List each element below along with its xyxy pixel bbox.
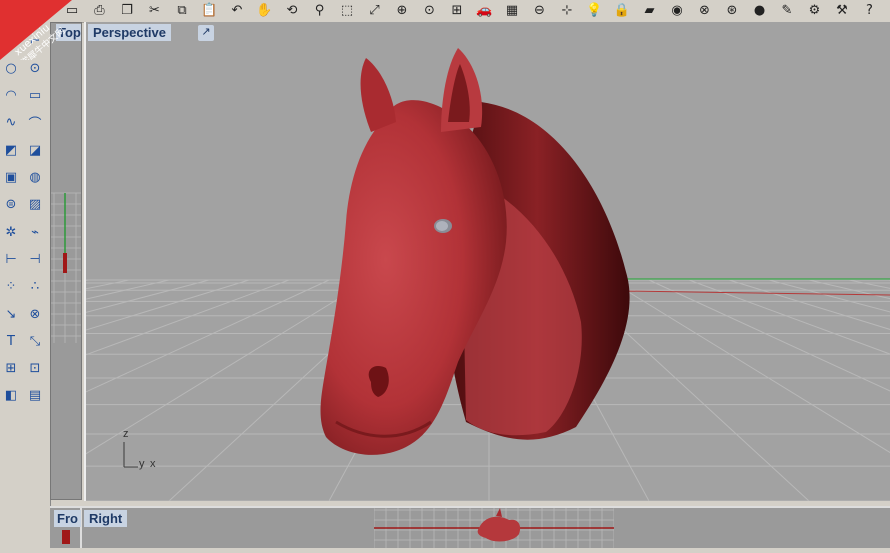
tools-icon[interactable]: ⚒ (832, 1, 852, 20)
scale-icon[interactable]: ⤡ (24, 330, 46, 352)
analyze-icon[interactable]: ⊗ (24, 303, 46, 325)
shaded-sphere-icon[interactable]: ⊛ (722, 1, 742, 20)
cut-icon[interactable]: ✂ (145, 1, 165, 20)
main-toolbar: ▭ ⎙ ❐ ✂ ⧉ 📋 ↶ ✋ ⟲ ⚲ ⬚ ⤢ ⊕ ⊙ ⊞ 🚗 ▦ ⊖ ⊹ 💡 🔒 ▰ ◉ ⊗ ⊛ ● ✎ ⚙ ⚒? (0, 0, 890, 23)
pan-icon[interactable]: ✋ (255, 1, 275, 20)
rotate-view-icon[interactable]: ⟲ (282, 1, 302, 20)
right-viewport-label[interactable]: Right (84, 510, 128, 527)
perspective-viewport-label[interactable]: Perspective (88, 24, 171, 41)
tool-sidebar: ∙⌐○⊙◠▭∿⌒◩◪▣◍⊜▨✲⌁⊢⊣⁘∴↘⊗T⤡⊞⊡◧▤ (0, 22, 51, 553)
fillet-curve-icon[interactable]: ⌒ (24, 112, 46, 134)
text-icon[interactable]: T (0, 330, 22, 352)
watermark-logo: xuexiniu 学犀牛中文网 (0, 0, 72, 60)
group-icon[interactable]: ⁘ (0, 276, 22, 298)
split-icon[interactable]: ⊣ (24, 248, 46, 270)
render-icon[interactable]: ▤ (24, 385, 46, 407)
bottom-viewports: Fro Right (50, 506, 890, 550)
transform-icon[interactable]: ✲ (0, 221, 22, 243)
surface-icon[interactable]: ◩ (0, 139, 22, 161)
select-points-icon[interactable]: ⊹ (557, 1, 577, 20)
zoom-selected-icon[interactable]: ⊕ (392, 1, 412, 20)
sphere-icon[interactable]: ◍ (24, 167, 46, 189)
paste-icon[interactable]: 📋 (200, 1, 220, 20)
copy-icon[interactable]: ❐ (117, 1, 137, 20)
color-wheel-icon[interactable]: ◉ (667, 1, 687, 20)
box-icon[interactable]: ▣ (0, 167, 22, 189)
undo-icon[interactable]: ↶ (227, 1, 247, 20)
status-bar (0, 548, 890, 553)
grid-plane-icon[interactable]: ▦ (502, 1, 522, 20)
osnap-icon[interactable]: ⊖ (530, 1, 550, 20)
right-viewport[interactable]: Right (82, 508, 890, 550)
rectangle-icon[interactable]: ▭ (24, 85, 46, 107)
pencil-icon[interactable]: ✎ (777, 1, 797, 20)
mesh-icon[interactable]: ▨ (24, 194, 46, 216)
zoom-icon[interactable]: ⚲ (310, 1, 330, 20)
edit-points-icon[interactable]: ⊡ (24, 358, 46, 380)
array-icon[interactable]: ⊞ (0, 358, 22, 380)
top-viewport-grid (51, 192, 81, 343)
cylinder-icon[interactable]: ⊜ (0, 194, 22, 216)
car-icon[interactable]: 🚗 (475, 1, 495, 20)
zoom-extents-icon[interactable]: ⤢ (365, 1, 385, 20)
perspective-viewport[interactable]: Perspective ↗ z y x (84, 22, 890, 501)
explode-icon[interactable]: ∴ (24, 276, 46, 298)
arc-icon[interactable]: ◠ (0, 85, 22, 107)
zoom-window-icon[interactable]: ⬚ (337, 1, 357, 20)
axis-y-label: y (139, 458, 145, 470)
right-viewport-grid (374, 508, 614, 550)
axis-x-label: x (150, 458, 156, 470)
viewport-menu-icon[interactable]: ↗ (198, 25, 214, 41)
solid-tools-icon[interactable]: ◧ (0, 385, 22, 407)
front-viewport-label[interactable]: Fro (54, 510, 81, 527)
four-viewports-icon[interactable]: ⊞ (447, 1, 467, 20)
circle-icon[interactable]: ○ (0, 57, 22, 79)
perspective-scene (86, 48, 890, 501)
curve-tools-icon[interactable]: ↘ (0, 303, 22, 325)
front-viewport[interactable]: Fro (50, 508, 82, 550)
dimension-icon[interactable]: ⊢ (0, 248, 22, 270)
top-viewport[interactable]: Top (50, 22, 82, 500)
freeform-curve-icon[interactable]: ∿ (0, 112, 22, 134)
light-icon[interactable]: 💡 (585, 1, 605, 20)
help-icon[interactable]: ? (860, 1, 880, 20)
layer-icon[interactable]: ▰ (640, 1, 660, 20)
axis-z-label: z (123, 428, 129, 440)
zoom-target-icon[interactable]: ⊙ (420, 1, 440, 20)
options-gear-icon[interactable]: ⚙ (805, 1, 825, 20)
extrude-icon[interactable]: ◪ (24, 139, 46, 161)
boolean-icon[interactable]: ⌁ (24, 221, 46, 243)
print-icon[interactable]: ⎙ (90, 1, 110, 20)
lock-icon[interactable]: 🔒 (612, 1, 632, 20)
wireframe-sphere-icon[interactable]: ⊗ (695, 1, 715, 20)
rendered-sphere-icon[interactable]: ● (750, 1, 770, 20)
copy2-icon[interactable]: ⧉ (172, 1, 192, 20)
ellipse-icon[interactable]: ⊙ (24, 57, 46, 79)
front-viewport-object (62, 530, 70, 544)
